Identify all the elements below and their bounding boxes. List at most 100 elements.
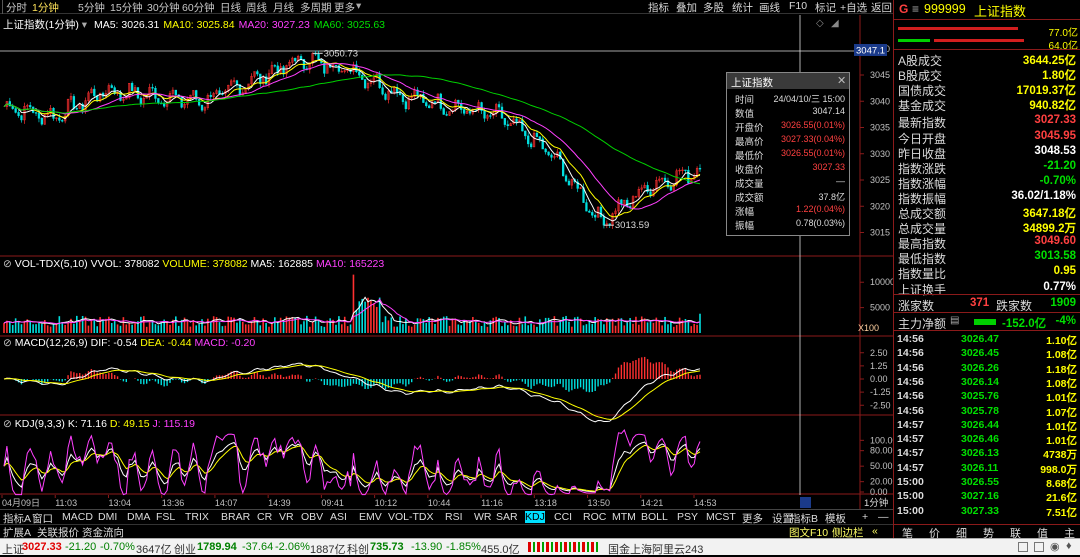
tab-period-2[interactable]: 5分钟 (78, 0, 105, 15)
indicator-tab-11[interactable]: ASI (330, 511, 347, 523)
indicator-b-3[interactable]: — (878, 511, 889, 523)
indicator-tab-7[interactable]: BRAR (221, 511, 250, 523)
indicator-tab-20[interactable]: MTM (612, 511, 636, 523)
tab-period-5[interactable]: 60分钟 (182, 0, 215, 15)
time-axis-label: 14:39 (268, 498, 291, 508)
tab-period-0[interactable]: 分时 (6, 0, 27, 15)
indicator-tab-4[interactable]: DMA (127, 511, 150, 523)
tab-period-10[interactable]: 更多 (334, 0, 355, 15)
price-tick-label: 3045 (870, 70, 890, 80)
price-tick-label: 3020 (870, 201, 890, 211)
tick-price: 3027.33 (961, 504, 999, 517)
price-candle (151, 87, 154, 89)
tooltip-row: 最低价 3026.55(0.01%) (727, 148, 849, 162)
indicator-tab-13[interactable]: VOL-TDX (388, 511, 434, 523)
collapse-icon[interactable]: « (872, 525, 878, 537)
tick-amount: 4738万 (1043, 449, 1077, 462)
indicator-tab-21[interactable]: BOLL (641, 511, 668, 523)
indicator-tab-17[interactable]: KDJ (525, 511, 545, 523)
tab-period-3[interactable]: 15分钟 (110, 0, 143, 15)
chart-icon[interactable]: ▤ (950, 315, 959, 326)
close-icon[interactable]: ✕ (837, 74, 846, 87)
tick-price: 3026.47 (961, 333, 999, 345)
indicator-tab-9[interactable]: VR (279, 511, 294, 523)
indicator-tab-10[interactable]: OBV (301, 511, 323, 523)
price-candle (550, 154, 553, 158)
macd-tick-label: 2.50 (870, 348, 888, 358)
tab-period-4[interactable]: 30分钟 (147, 0, 180, 15)
settings-icon[interactable]: ⊘ (3, 418, 12, 430)
indicator-tab-2[interactable]: MACD (62, 511, 93, 523)
quote-value: 1.80亿 (1042, 70, 1076, 83)
indicator-tab-19[interactable]: ROC (583, 511, 606, 523)
chevron-down-icon[interactable]: ▾ (82, 19, 87, 31)
tick-price: 3026.13 (961, 447, 999, 460)
indicator-tab-15[interactable]: WR (474, 511, 492, 523)
tick-time: 14:57 (897, 447, 924, 460)
settings-icon[interactable]: ⊘ (3, 258, 12, 270)
price-candle (669, 186, 673, 191)
price-candle (497, 104, 501, 108)
price-candle (363, 79, 367, 89)
ma-legend-2: MA20: 3027.23 (238, 19, 310, 31)
tab-period-9[interactable]: 多周期 (300, 0, 332, 15)
tool-draw[interactable]: 画线 (759, 0, 780, 15)
price-candle (602, 216, 606, 226)
indicator-tab-8[interactable]: CR (257, 511, 272, 523)
quote-row: 最新指数 3027.33 (898, 114, 1078, 130)
triangle-icon: ◢ (831, 18, 839, 29)
tab-period-8[interactable]: 月线 (273, 0, 294, 15)
price-candle (163, 103, 166, 107)
tool-indicator[interactable]: 指标 (648, 0, 669, 15)
quote-key: 基金成交 (898, 99, 947, 114)
price-candle (529, 143, 533, 148)
indicator-tab-12[interactable]: EMV (359, 511, 382, 523)
window-icon[interactable] (1018, 542, 1028, 552)
price-panel: 3050.73 3013.59 (3, 48, 702, 231)
cy-change: -37.64 (242, 541, 274, 553)
chevron-down-icon[interactable]: ▾ (356, 0, 361, 12)
tick-row: 14:56 3025.76 1.01亿 (897, 390, 1080, 404)
kdj-tick-label: 50.00 (870, 461, 893, 471)
settings-icon[interactable]: ⊘ (3, 337, 12, 349)
indicator-tab-3[interactable]: DMI (98, 511, 117, 523)
tick-time: 14:56 (897, 375, 924, 388)
tool-mark[interactable]: 标记 (815, 0, 836, 15)
price-candle (398, 92, 402, 95)
time-axis-label: 13:36 (162, 498, 185, 508)
price-tick-label: 3040 (870, 96, 890, 106)
settings-icon[interactable] (1034, 542, 1044, 552)
tool-overlay[interactable]: 叠加 (676, 0, 697, 15)
tab-period-1[interactable]: 1分钟 (32, 0, 59, 15)
tool-f10[interactable]: F10 (789, 0, 807, 12)
tick-row: 14:56 3026.26 1.18亿 (897, 362, 1080, 376)
tab-period-7[interactable]: 周线 (246, 0, 267, 15)
time-axis-label: 04月09日 (2, 498, 40, 508)
tool-add-watch[interactable]: +自选 (840, 0, 867, 15)
menu-icon[interactable]: ≡ (912, 2, 919, 16)
tool-multi[interactable]: 多股 (703, 0, 724, 15)
indicator-b-2[interactable]: + (862, 511, 868, 523)
user-icon[interactable]: ◉ (1050, 540, 1060, 553)
bell-icon[interactable]: ♦ (1066, 540, 1072, 552)
indicator-tab-6[interactable]: TRIX (185, 511, 209, 523)
quote-value: 3048.53 (1034, 144, 1076, 157)
price-tick-label: 3035 (870, 123, 890, 133)
indicator-tab-23[interactable]: MCST (706, 511, 736, 523)
tool-back[interactable]: 返回 (871, 0, 892, 15)
vol-legend: ⊘ VOL-TDX(5,10) VVOL: 378082 VOLUME: 378… (3, 258, 384, 270)
quote-value: -21.20 (1043, 159, 1076, 172)
sell-bar-b (934, 39, 1024, 42)
indicator-tab-14[interactable]: RSI (445, 511, 463, 523)
indicator-tab-18[interactable]: CCI (554, 511, 572, 523)
price-candle (317, 53, 320, 60)
indicator-tab-5[interactable]: FSL (156, 511, 175, 523)
price-candle (515, 118, 518, 123)
price-candle (294, 57, 297, 62)
tool-stats[interactable]: 统计 (732, 0, 753, 15)
indicator-tab-22[interactable]: PSY (677, 511, 698, 523)
indicator-tab-16[interactable]: SAR (496, 511, 518, 523)
time-axis-label: 13:18 (534, 498, 557, 508)
tooltip-key: 最高价 (735, 137, 764, 148)
tab-period-6[interactable]: 日线 (220, 0, 241, 15)
